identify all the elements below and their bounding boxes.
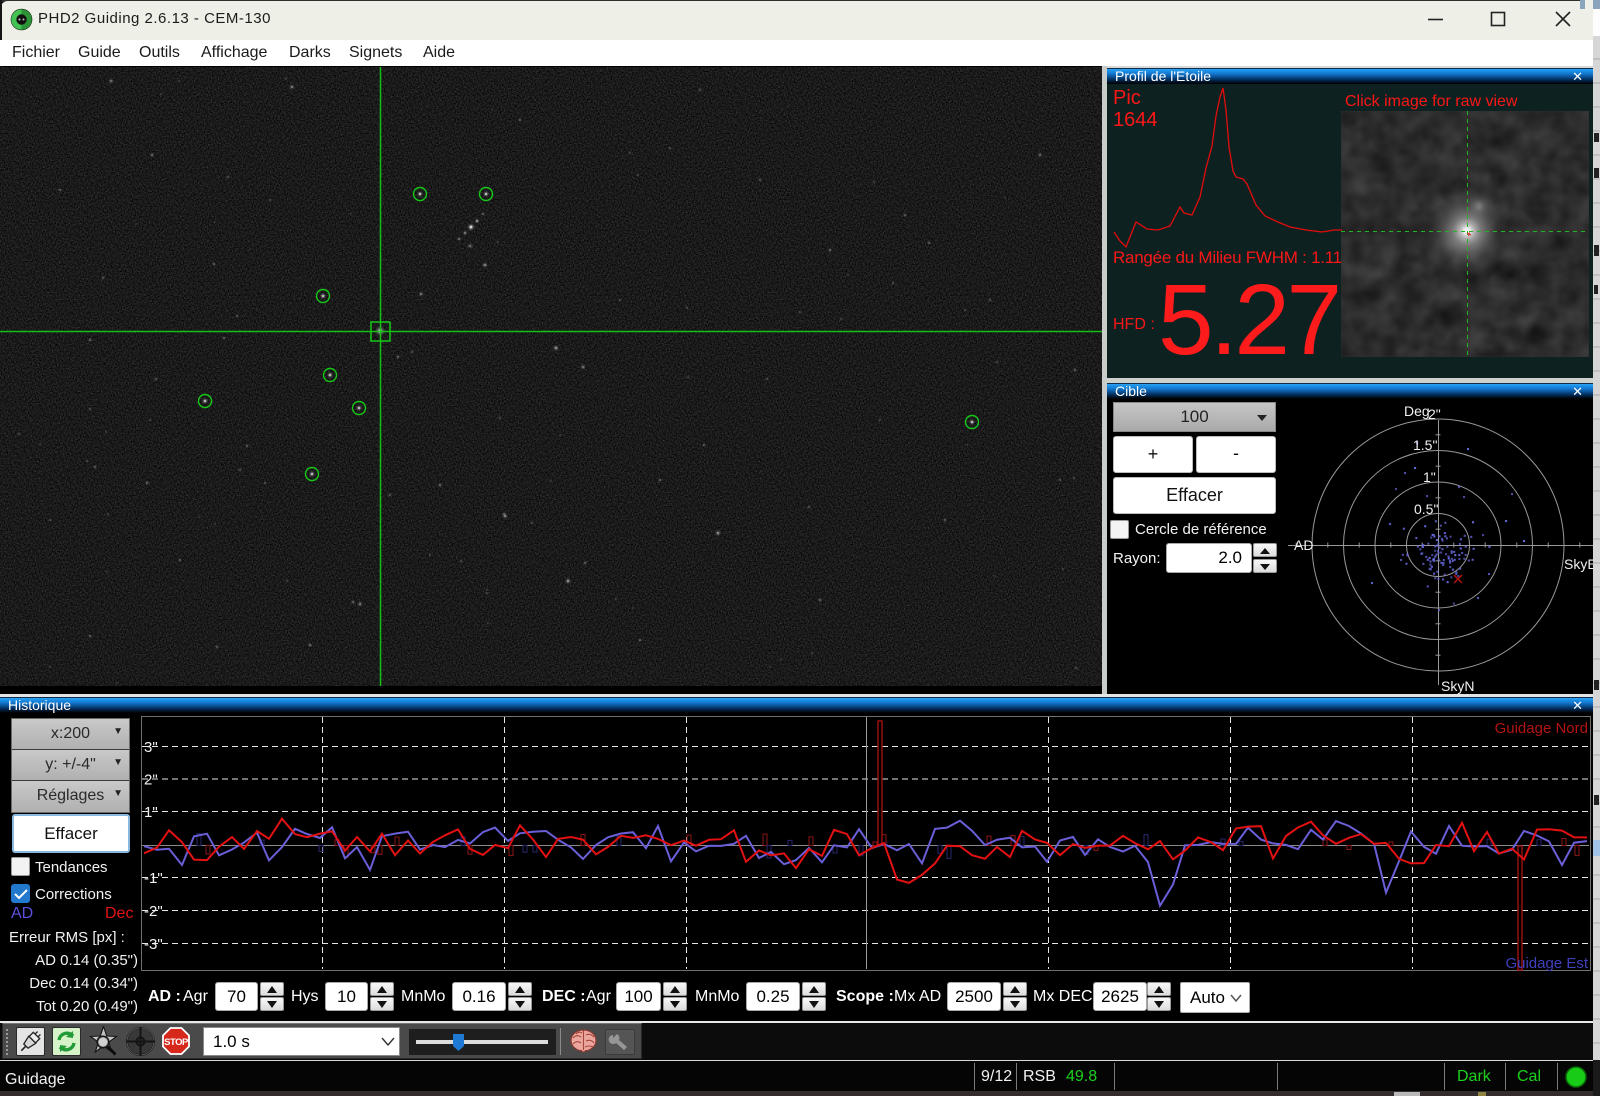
svg-text:SkyN: SkyN	[1441, 678, 1474, 694]
svg-text:Guidage Nord: Guidage Nord	[1495, 720, 1588, 737]
svg-text:2": 2"	[1428, 406, 1441, 422]
svg-text:-3": -3"	[144, 936, 163, 953]
svg-text:AD: AD	[1294, 537, 1313, 553]
svg-text:1": 1"	[1423, 469, 1436, 485]
svg-text:3": 3"	[144, 739, 158, 756]
svg-text:STOP: STOP	[164, 1037, 189, 1048]
svg-text:-1": -1"	[144, 870, 163, 887]
svg-text:1": 1"	[144, 804, 158, 821]
svg-text:-2": -2"	[144, 903, 163, 920]
svg-text:Deg: Deg	[1404, 403, 1430, 419]
svg-text:Guidage Est: Guidage Est	[1505, 955, 1588, 971]
svg-text:1.5": 1.5"	[1413, 437, 1437, 453]
svg-text:SkyE: SkyE	[1564, 556, 1593, 572]
svg-text:2": 2"	[144, 772, 158, 789]
svg-text:0.5": 0.5"	[1414, 501, 1438, 517]
